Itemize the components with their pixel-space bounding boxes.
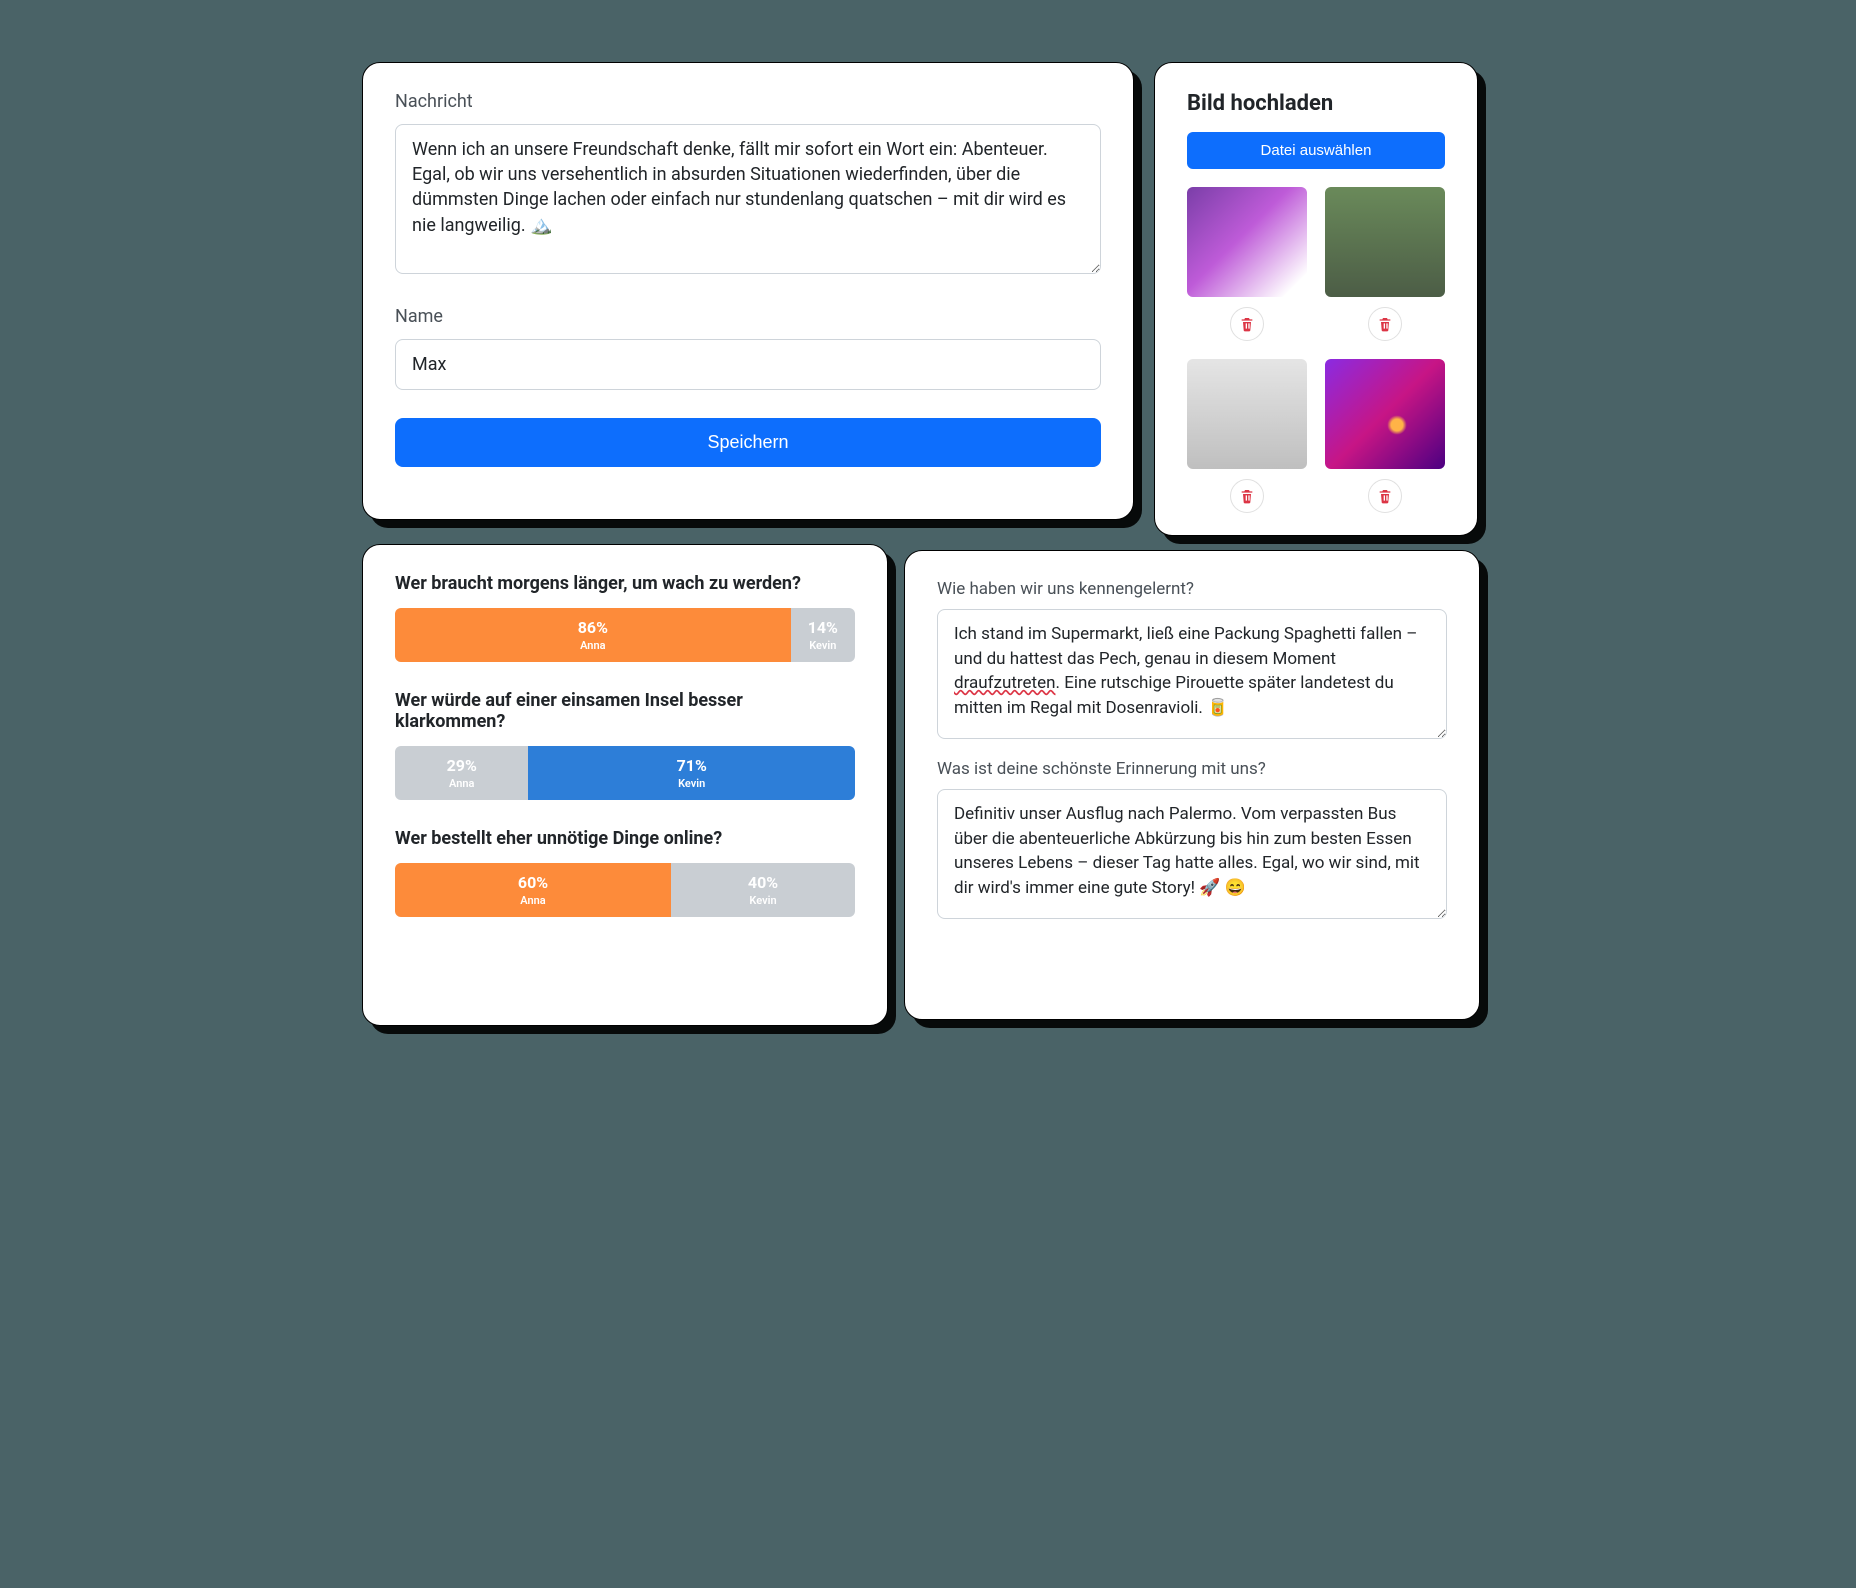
thumbnail-item: [1187, 359, 1307, 513]
qa1-text: Ich stand im Supermarkt, ließ eine Packu…: [954, 624, 1417, 669]
poll-name: Kevin: [749, 894, 776, 907]
poll-segment-b[interactable]: 14% Kevin: [791, 608, 855, 662]
poll-name: Anna: [520, 894, 545, 907]
poll-question: Wer braucht morgens länger, um wach zu w…: [395, 573, 855, 594]
thumbnail-item: [1325, 187, 1445, 341]
poll-segment-a[interactable]: 60% Anna: [395, 863, 671, 917]
name-label: Name: [395, 306, 1101, 327]
poll-name: Anna: [580, 639, 605, 652]
choose-file-button[interactable]: Datei auswählen: [1187, 132, 1445, 169]
trash-icon: [1377, 316, 1393, 332]
save-button[interactable]: Speichern: [395, 418, 1101, 467]
thumbnail-image[interactable]: [1187, 359, 1307, 469]
qa2-textarea[interactable]: Definitiv unser Ausflug nach Palermo. Vo…: [937, 789, 1447, 919]
qa1-spellerror: draufzutreten: [954, 673, 1056, 693]
poll-name: Kevin: [809, 639, 836, 652]
poll-question: Wer bestellt eher unnötige Dinge online?: [395, 828, 855, 849]
poll-segment-b[interactable]: 71% Kevin: [528, 746, 855, 800]
delete-image-button[interactable]: [1230, 479, 1264, 513]
poll-pct: 29%: [447, 756, 477, 775]
poll-pct: 14%: [808, 618, 838, 637]
delete-image-button[interactable]: [1368, 479, 1402, 513]
upload-card: Bild hochladen Datei auswählen: [1154, 62, 1478, 536]
poll-pct: 71%: [677, 756, 707, 775]
name-input[interactable]: [395, 339, 1101, 390]
poll-question: Wer würde auf einer einsamen Insel besse…: [395, 690, 855, 732]
thumbnail-image[interactable]: [1325, 359, 1445, 469]
poll-segment-b[interactable]: 40% Kevin: [671, 863, 855, 917]
qa1-textarea[interactable]: Ich stand im Supermarkt, ließ eine Packu…: [937, 609, 1447, 739]
poll-name: Kevin: [678, 777, 705, 790]
qa1-label: Wie haben wir uns kennengelernt?: [937, 579, 1447, 599]
thumbnail-grid: [1187, 187, 1445, 513]
thumbnail-image[interactable]: [1187, 187, 1307, 297]
upload-title: Bild hochladen: [1187, 91, 1445, 116]
poll-pct: 40%: [748, 873, 778, 892]
delete-image-button[interactable]: [1230, 307, 1264, 341]
thumbnail-image[interactable]: [1325, 187, 1445, 297]
poll-name: Anna: [449, 777, 474, 790]
qa2-text: Definitiv unser Ausflug nach Palermo. Vo…: [954, 804, 1420, 898]
delete-image-button[interactable]: [1368, 307, 1402, 341]
poll-bar: 60% Anna 40% Kevin: [395, 863, 855, 917]
message-textarea[interactable]: Wenn ich an unsere Freundschaft denke, f…: [395, 124, 1101, 274]
qa-card: Wie haben wir uns kennengelernt? Ich sta…: [904, 550, 1480, 1020]
trash-icon: [1239, 488, 1255, 504]
poll-card: Wer braucht morgens länger, um wach zu w…: [362, 544, 888, 1026]
poll-pct: 60%: [518, 873, 548, 892]
poll-segment-a[interactable]: 29% Anna: [395, 746, 528, 800]
message-label: Nachricht: [395, 91, 1101, 112]
thumbnail-item: [1187, 187, 1307, 341]
poll-bar: 29% Anna 71% Kevin: [395, 746, 855, 800]
message-card: Nachricht Wenn ich an unsere Freundschaf…: [362, 62, 1134, 520]
poll-pct: 86%: [578, 618, 608, 637]
qa2-label: Was ist deine schönste Erinnerung mit un…: [937, 759, 1447, 779]
poll-segment-a[interactable]: 86% Anna: [395, 608, 791, 662]
thumbnail-item: [1325, 359, 1445, 513]
trash-icon: [1377, 488, 1393, 504]
trash-icon: [1239, 316, 1255, 332]
poll-bar: 86% Anna 14% Kevin: [395, 608, 855, 662]
